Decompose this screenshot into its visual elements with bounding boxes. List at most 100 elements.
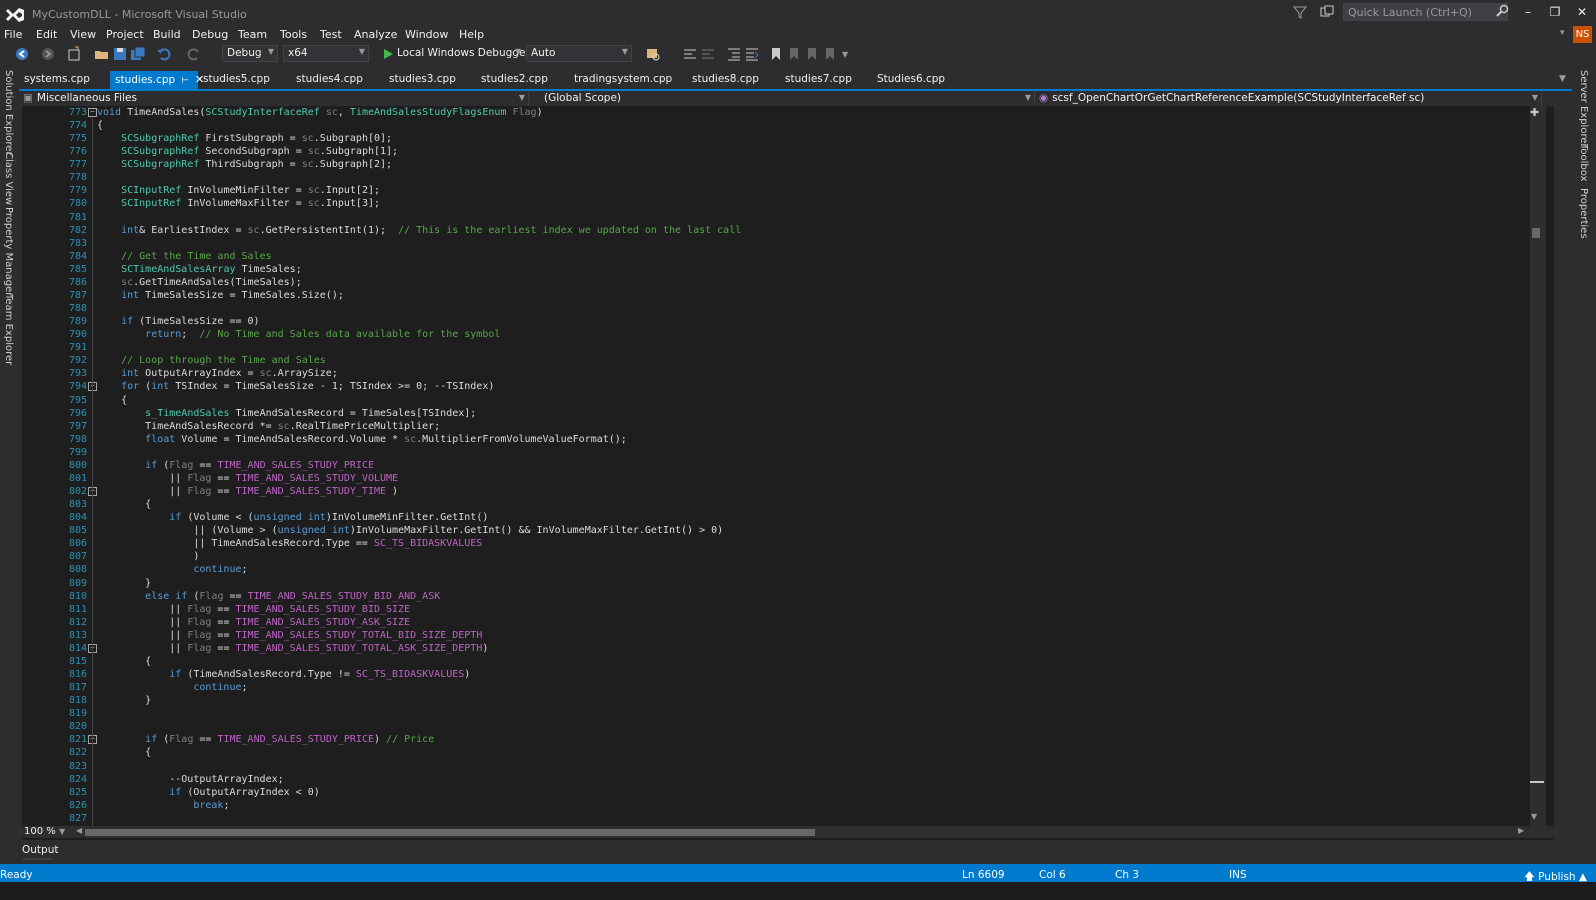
- close-window-button[interactable]: ✕: [1569, 2, 1595, 22]
- chevron-down-icon: ▼: [58, 827, 66, 836]
- menu-window[interactable]: Window: [405, 28, 448, 41]
- collapse-icon[interactable]: −: [88, 108, 97, 117]
- previous-bookmark-icon[interactable]: [786, 46, 802, 62]
- scroll-left-icon[interactable]: ◀: [76, 826, 82, 835]
- open-file-icon[interactable]: [94, 46, 110, 62]
- menu-project[interactable]: Project: [106, 28, 144, 41]
- next-bookmark-icon[interactable]: [804, 46, 820, 62]
- code-line: 806 || TimeAndSalesRecord.Type == SC_TS_…: [22, 537, 1522, 550]
- quick-launch-input[interactable]: Quick Launch (Ctrl+Q): [1343, 3, 1508, 21]
- scope-select[interactable]: (Global Scope) ▼: [540, 91, 1035, 106]
- toolbar-overflow-icon[interactable]: ▼: [842, 50, 848, 59]
- code-line: 783: [22, 237, 1522, 250]
- tab-label: studies.cpp: [115, 74, 176, 86]
- zoom-select[interactable]: 100 % ▼: [22, 826, 72, 838]
- minimize-button[interactable]: –: [1515, 2, 1541, 22]
- toolbox-tab[interactable]: Toolbox: [1578, 144, 1589, 182]
- pin-icon[interactable]: ⊢: [181, 76, 189, 86]
- output-tab[interactable]: Output: [22, 844, 58, 856]
- menu-help[interactable]: Help: [459, 28, 484, 41]
- menu-debug[interactable]: Debug: [192, 28, 228, 41]
- line-number: 791: [68, 342, 87, 354]
- project-select[interactable]: ▣ Miscellaneous Files ▼: [19, 91, 529, 106]
- tab-studies3-cpp[interactable]: studies3.cpp: [384, 71, 461, 90]
- bookmark-icon[interactable]: [768, 46, 784, 62]
- start-debugging-icon[interactable]: [380, 46, 396, 62]
- find-in-files-icon[interactable]: [645, 46, 661, 62]
- solution-explorer-tab[interactable]: Solution Explorer: [3, 70, 14, 156]
- search-icon[interactable]: [1496, 4, 1510, 18]
- line-number: 809: [68, 577, 87, 589]
- start-debugger-button[interactable]: Local Windows Debugger: [397, 47, 530, 59]
- line-number: 827: [68, 812, 87, 824]
- code-text: if (TimeSalesSize == 0): [121, 316, 260, 328]
- line-number: 815: [68, 655, 87, 667]
- navigate-forward-icon[interactable]: [40, 46, 56, 62]
- menu-test[interactable]: Test: [320, 28, 342, 41]
- indent-icon[interactable]: [744, 46, 760, 62]
- save-icon[interactable]: [112, 46, 128, 62]
- tab-studies4-cpp[interactable]: studies4.cpp: [291, 71, 368, 90]
- server-explorer-tab[interactable]: Server Explorer: [1578, 70, 1589, 148]
- tab-overflow-chevron-icon[interactable]: ▼: [1559, 74, 1566, 84]
- debugger-type-select[interactable]: Auto ▼: [526, 45, 632, 62]
- save-all-icon[interactable]: [130, 46, 146, 62]
- menu-edit[interactable]: Edit: [36, 28, 57, 41]
- class-view-tab[interactable]: Class View: [3, 152, 14, 205]
- solution-platform-select[interactable]: x64 ▼: [283, 45, 369, 62]
- solution-configuration-select[interactable]: Debug ▼: [222, 45, 278, 62]
- tab-tradingsystem-cpp[interactable]: tradingsystem.cpp: [569, 71, 677, 90]
- line-number: 780: [68, 198, 87, 210]
- outdent-icon[interactable]: [726, 46, 742, 62]
- code-editor[interactable]: 773− void TimeAndSales(SCStudyInterfaceRe…: [22, 106, 1554, 840]
- properties-tab[interactable]: Properties: [1578, 188, 1589, 239]
- split-window-icon[interactable]: ✚: [1530, 106, 1539, 119]
- clear-bookmarks-icon[interactable]: [822, 46, 838, 62]
- chevron-down-icon: ▼: [1024, 93, 1031, 102]
- menu-team[interactable]: Team: [238, 28, 267, 41]
- code-text: // Get the Time and Sales: [121, 250, 272, 262]
- menu-build[interactable]: Build: [153, 28, 181, 41]
- line-number: 811: [68, 603, 87, 615]
- vertical-scrollbar[interactable]: [1530, 106, 1546, 826]
- menu-overflow-arrow-icon[interactable]: ▾: [1560, 28, 1565, 38]
- debugger-dropdown-icon[interactable]: ▼: [515, 47, 521, 56]
- feedback-icon[interactable]: [1320, 5, 1334, 19]
- code-line: 780 SCInputRef InVolumeMaxFilter = sc.In…: [22, 197, 1522, 210]
- code-line: 785 SCTimeAndSalesArray TimeSales;: [22, 263, 1522, 276]
- tab-systems-cpp[interactable]: systems.cpp: [19, 71, 95, 90]
- new-project-icon[interactable]: [66, 46, 82, 62]
- tab-studies2-cpp[interactable]: studies2.cpp: [476, 71, 553, 90]
- code-line: 821− if (Flag == TIME_AND_SALES_STUDY_PR…: [22, 733, 1522, 746]
- menu-file[interactable]: File: [4, 28, 22, 41]
- team-explorer-tab[interactable]: Team Explorer: [3, 294, 14, 365]
- property-manager-tab[interactable]: Property Manager: [3, 207, 14, 296]
- step-icon[interactable]: [682, 46, 698, 62]
- scroll-down-icon[interactable]: ▼: [1531, 812, 1537, 821]
- code-text: float Volume = TimeAndSalesRecord.Volume…: [145, 433, 627, 445]
- tab-studies6-cpp[interactable]: Studies6.cpp: [872, 71, 950, 90]
- configuration-value: Debug: [227, 47, 262, 59]
- menu-tools[interactable]: Tools: [280, 28, 307, 41]
- tab-studies8-cpp[interactable]: studies8.cpp: [687, 71, 764, 90]
- step-out-icon[interactable]: [700, 46, 716, 62]
- line-number: 814: [68, 642, 87, 654]
- member-select[interactable]: ◉ scsf_OpenChartOrGetChartReferenceExampl…: [1035, 91, 1542, 106]
- restore-button[interactable]: ❐: [1542, 2, 1568, 22]
- vertical-scroll-thumb[interactable]: [1532, 228, 1540, 238]
- code-line: 786 sc.GetTimeAndSales(TimeSales);: [22, 276, 1522, 289]
- tab-studies5-cpp[interactable]: studies5.cpp: [198, 71, 275, 90]
- horizontal-scroll-thumb[interactable]: [85, 829, 815, 836]
- redo-icon[interactable]: [186, 46, 202, 62]
- menu-view[interactable]: View: [70, 28, 96, 41]
- navigate-back-icon[interactable]: [14, 46, 30, 62]
- undo-icon[interactable]: [156, 46, 172, 62]
- tab-studies7-cpp[interactable]: studies7.cpp: [780, 71, 857, 90]
- line-number: 798: [68, 433, 87, 445]
- menu-analyze[interactable]: Analyze: [354, 28, 397, 41]
- filter-icon[interactable]: [1293, 5, 1307, 19]
- scroll-right-icon[interactable]: ▶: [1518, 826, 1524, 835]
- account-avatar[interactable]: NS: [1573, 26, 1592, 43]
- tab-studies-cpp[interactable]: studies.cpp ⊢ ✕: [110, 71, 204, 90]
- code-line: 781: [22, 211, 1522, 224]
